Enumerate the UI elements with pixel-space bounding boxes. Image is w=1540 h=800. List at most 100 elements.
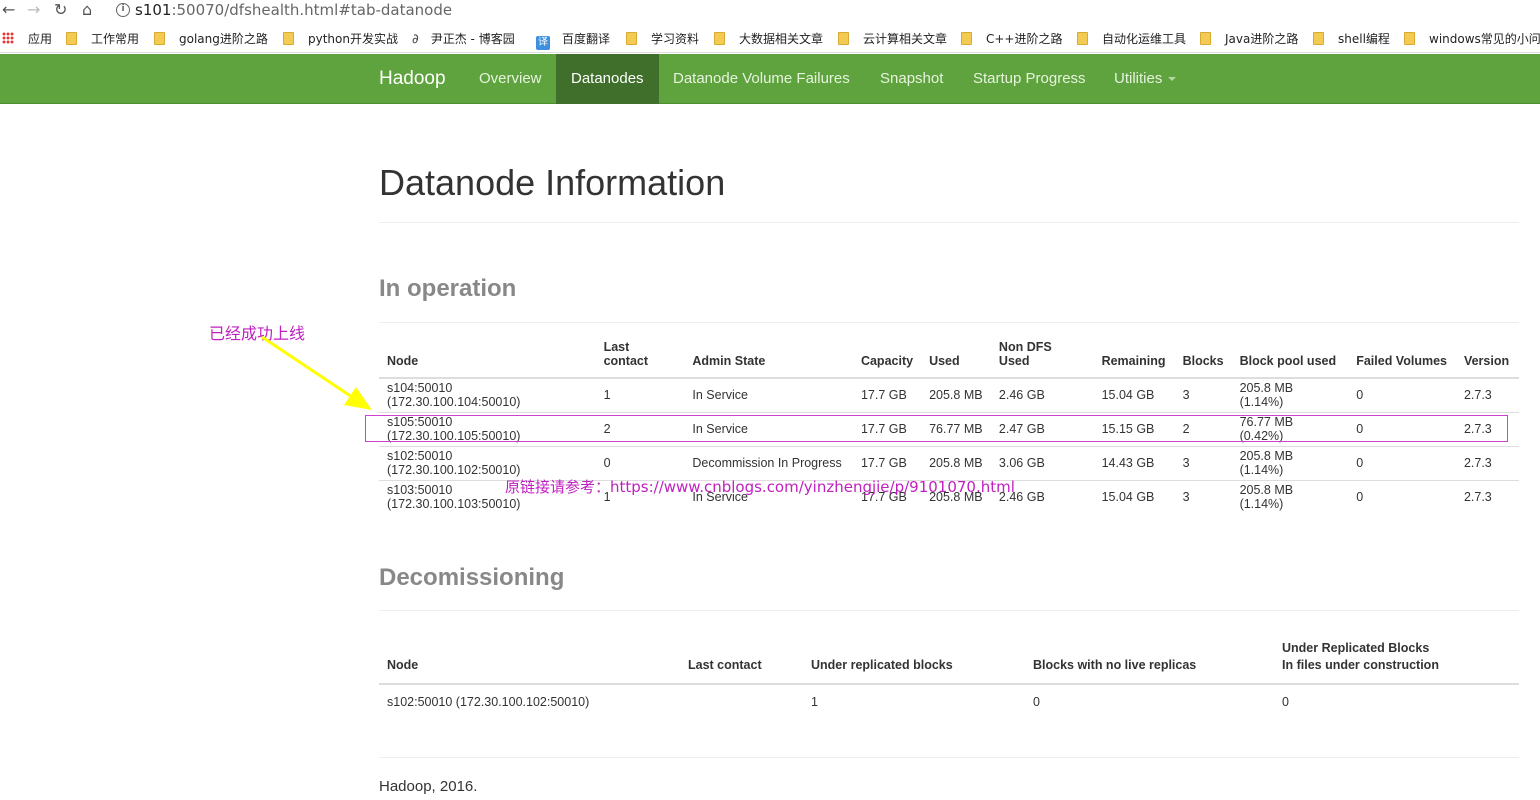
table-cell: 0	[1356, 388, 1364, 403]
reload-icon[interactable]: ↻	[54, 0, 67, 20]
nav-startup-progress[interactable]: Startup Progress	[958, 54, 1101, 104]
in-operation-heading: In operation	[379, 275, 517, 302]
table-cell: 3	[1174, 445, 1232, 480]
column-header[interactable]: Node	[379, 340, 596, 379]
bookmarks-bar: 应用 工作常用 golang进阶之路 python开发实战 ∂ 尹正杰 - 博客园 译百度翻…	[0, 24, 1540, 53]
table-row: s102:50010 (172.30.100.102:50010) 1 0 0	[379, 684, 1519, 718]
table-cell: s102:50010 (172.30.100.102:50010)	[387, 694, 590, 709]
table-cell: 2.46 GB	[998, 388, 1045, 403]
bookmark-item[interactable]: golang进阶之路	[154, 30, 268, 48]
nav-datanode-volume-failures[interactable]: Datanode Volume Failures	[658, 54, 865, 104]
column-header[interactable]: Blocks with no live replicas	[1025, 632, 1274, 685]
bookmark-item[interactable]: C++进阶之路	[961, 30, 1063, 48]
nav-overview[interactable]: Overview	[464, 54, 557, 104]
table-cell: 3	[1174, 479, 1232, 514]
table-cell: 0	[595, 445, 685, 480]
url-path: :50070/dfshealth.html#tab-datanode	[171, 1, 453, 19]
table-cell: 205.8 MB (1.14%)	[1239, 381, 1294, 410]
table-cell: 3	[1182, 388, 1190, 403]
bookmark-item[interactable]: windows常见的小问	[1404, 30, 1540, 48]
column-header[interactable]: Last contact	[680, 632, 803, 685]
table-cell: 3.06 GB	[990, 445, 1094, 480]
table-cell: 0	[1348, 479, 1456, 514]
bookmark-label: shell编程	[1338, 32, 1390, 46]
column-header[interactable]: Admin State	[684, 340, 853, 379]
table-cell: 0	[1033, 694, 1040, 709]
bookmark-item[interactable]: 应用	[2, 30, 52, 48]
bookmark-label: C++进阶之路	[986, 32, 1063, 46]
bookmark-label: 应用	[28, 32, 53, 46]
column-header[interactable]: Under replicated blocks	[803, 632, 1025, 685]
bookmark-item[interactable]: python开发实战	[283, 30, 398, 48]
blog-icon: ∂	[412, 32, 419, 47]
bookmark-item[interactable]: 大数据相关文章	[714, 30, 823, 48]
back-arrow-icon[interactable]: ←	[2, 0, 15, 20]
table-cell: 14.43 GB	[1093, 445, 1175, 480]
nav-utilities-label: Utilities	[1114, 70, 1163, 87]
decommissioning-table: Node Last contact Under replicated blocks B…	[379, 632, 1519, 718]
bookmark-item[interactable]: Java进阶之路	[1200, 30, 1298, 48]
bookmark-item[interactable]: ∂ 尹正杰 - 博客园	[412, 30, 515, 48]
bookmark-label: 尹正杰 - 博客园	[430, 32, 515, 46]
table-cell: 17.7 GB	[852, 445, 922, 480]
table-cell: 205.8 MB (1.14%)	[1231, 445, 1349, 480]
bookmark-item[interactable]: 学习资料	[626, 30, 699, 48]
bookmark-item[interactable]: shell编程	[1313, 30, 1390, 48]
folder-icon	[283, 32, 294, 45]
column-header[interactable]: Node	[379, 632, 680, 685]
nav-snapshot[interactable]: Snapshot	[865, 54, 958, 104]
table-cell	[680, 684, 803, 718]
nav-datanodes[interactable]: Datanodes	[556, 54, 659, 104]
table-cell: 205.8 MB	[929, 388, 983, 403]
bookmark-label: 工作常用	[91, 32, 140, 46]
folder-icon	[626, 32, 637, 45]
table-cell: 2.7.3	[1463, 388, 1492, 403]
folder-icon	[838, 32, 849, 45]
decommissioning-divider	[379, 610, 1519, 611]
table-header-row: Node Last contact Admin State Capacity Used N…	[379, 340, 1519, 379]
in-operation-divider	[379, 322, 1519, 323]
bookmark-label: 百度翻译	[562, 32, 611, 46]
column-header[interactable]: Last contact	[595, 340, 685, 379]
bookmark-label: 云计算相关文章	[863, 32, 948, 46]
table-cell: 0	[1282, 694, 1289, 709]
column-header[interactable]: Blocks	[1174, 340, 1232, 379]
bookmark-label: python开发实战	[308, 32, 398, 46]
caret-down-icon	[1168, 77, 1177, 82]
url-field[interactable]: s101:50070/dfshealth.html#tab-datanode	[135, 0, 452, 20]
bookmark-label: golang进阶之路	[179, 32, 268, 46]
brand-logo[interactable]: Hadoop	[379, 54, 446, 104]
column-header[interactable]: Used	[921, 340, 991, 379]
table-row: s102:50010 (172.30.100.102:50010) 0 Decomm…	[379, 445, 1519, 480]
folder-icon	[1077, 32, 1088, 45]
title-divider	[379, 222, 1519, 223]
apps-grid-icon	[2, 32, 14, 44]
table-header-row: Node Last contact Under replicated blocks B…	[379, 632, 1519, 685]
column-header[interactable]: Capacity	[852, 340, 922, 379]
bookmark-item[interactable]: 云计算相关文章	[838, 30, 947, 48]
column-header[interactable]: Failed Volumes	[1348, 340, 1456, 379]
table-cell: 15.04 GB	[1101, 388, 1155, 403]
home-icon[interactable]: ⌂	[82, 0, 92, 20]
bookmark-item[interactable]: 工作常用	[66, 30, 139, 48]
nav-utilities[interactable]: Utilities	[1099, 54, 1191, 104]
folder-icon	[1404, 32, 1415, 45]
table-cell: Decommission In Progress	[684, 445, 853, 480]
table-cell: 15.04 GB	[1093, 479, 1175, 514]
folder-icon	[1313, 32, 1324, 45]
column-header[interactable]: Non DFS Used	[990, 340, 1094, 379]
bookmark-label: Java进阶之路	[1225, 32, 1299, 46]
column-header[interactable]: Under Replicated Blocks In files under c…	[1274, 632, 1519, 685]
column-header[interactable]: Block pool used	[1231, 340, 1349, 379]
column-header[interactable]: Version	[1455, 340, 1519, 379]
table-cell: 1	[811, 694, 818, 709]
footer-divider	[379, 757, 1519, 758]
bookmark-item[interactable]: 自动化运维工具	[1077, 30, 1186, 48]
site-info-icon[interactable]: i	[116, 3, 130, 17]
bookmark-item[interactable]: 译百度翻译	[536, 30, 611, 50]
table-cell: 2.7.3	[1455, 445, 1519, 480]
bookmark-label: 大数据相关文章	[739, 32, 824, 46]
bookmark-label: windows常见的小问	[1429, 32, 1540, 46]
forward-arrow-icon[interactable]: →	[27, 0, 40, 20]
column-header[interactable]: Remaining	[1093, 340, 1175, 379]
